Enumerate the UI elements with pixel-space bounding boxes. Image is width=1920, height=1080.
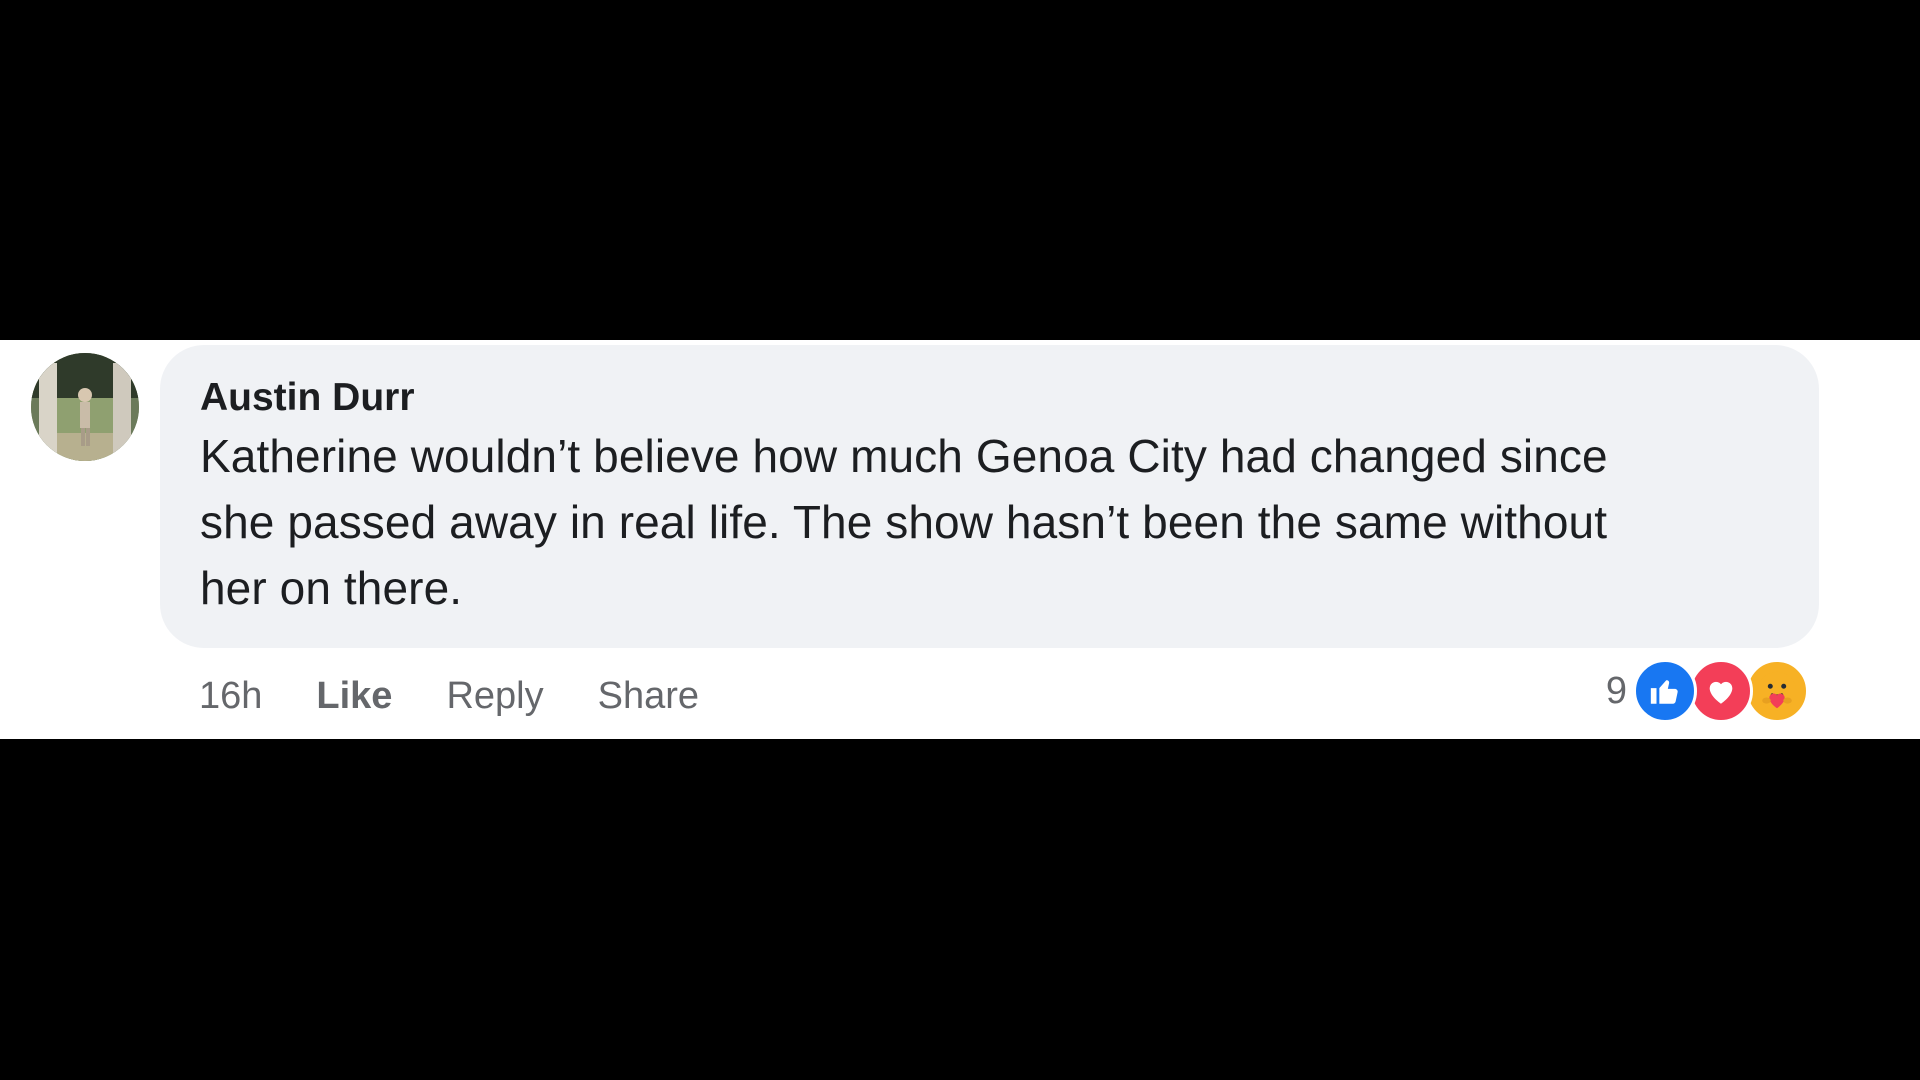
like-icon bbox=[1633, 659, 1697, 723]
comment-bubble: Austin Durr Katherine wouldn’t believe h… bbox=[160, 345, 1819, 648]
comment-actions: 16h Like Reply Share bbox=[199, 666, 753, 726]
reactions-summary[interactable]: 9 bbox=[1606, 658, 1809, 724]
care-icon bbox=[1745, 659, 1809, 723]
comment-timestamp[interactable]: 16h bbox=[199, 675, 262, 718]
comment-author[interactable]: Austin Durr bbox=[200, 375, 1783, 421]
comment: Austin Durr Katherine wouldn’t believe h… bbox=[0, 340, 1920, 739]
comment-line: she passed away in real life. The show h… bbox=[200, 496, 1608, 548]
like-button[interactable]: Like bbox=[316, 675, 392, 718]
reply-button[interactable]: Reply bbox=[446, 675, 543, 718]
reaction-count: 9 bbox=[1605, 669, 1627, 712]
avatar-photo bbox=[31, 353, 139, 461]
love-icon bbox=[1689, 659, 1753, 723]
comment-body: Katherine wouldn’t believe how much Geno… bbox=[200, 423, 1783, 621]
comment-line: her on there. bbox=[200, 562, 463, 614]
share-button[interactable]: Share bbox=[598, 675, 699, 718]
screenshot-stage: Austin Durr Katherine wouldn’t believe h… bbox=[0, 0, 1920, 1080]
comment-line: Katherine wouldn’t believe how much Geno… bbox=[200, 430, 1608, 482]
avatar[interactable] bbox=[31, 353, 139, 461]
